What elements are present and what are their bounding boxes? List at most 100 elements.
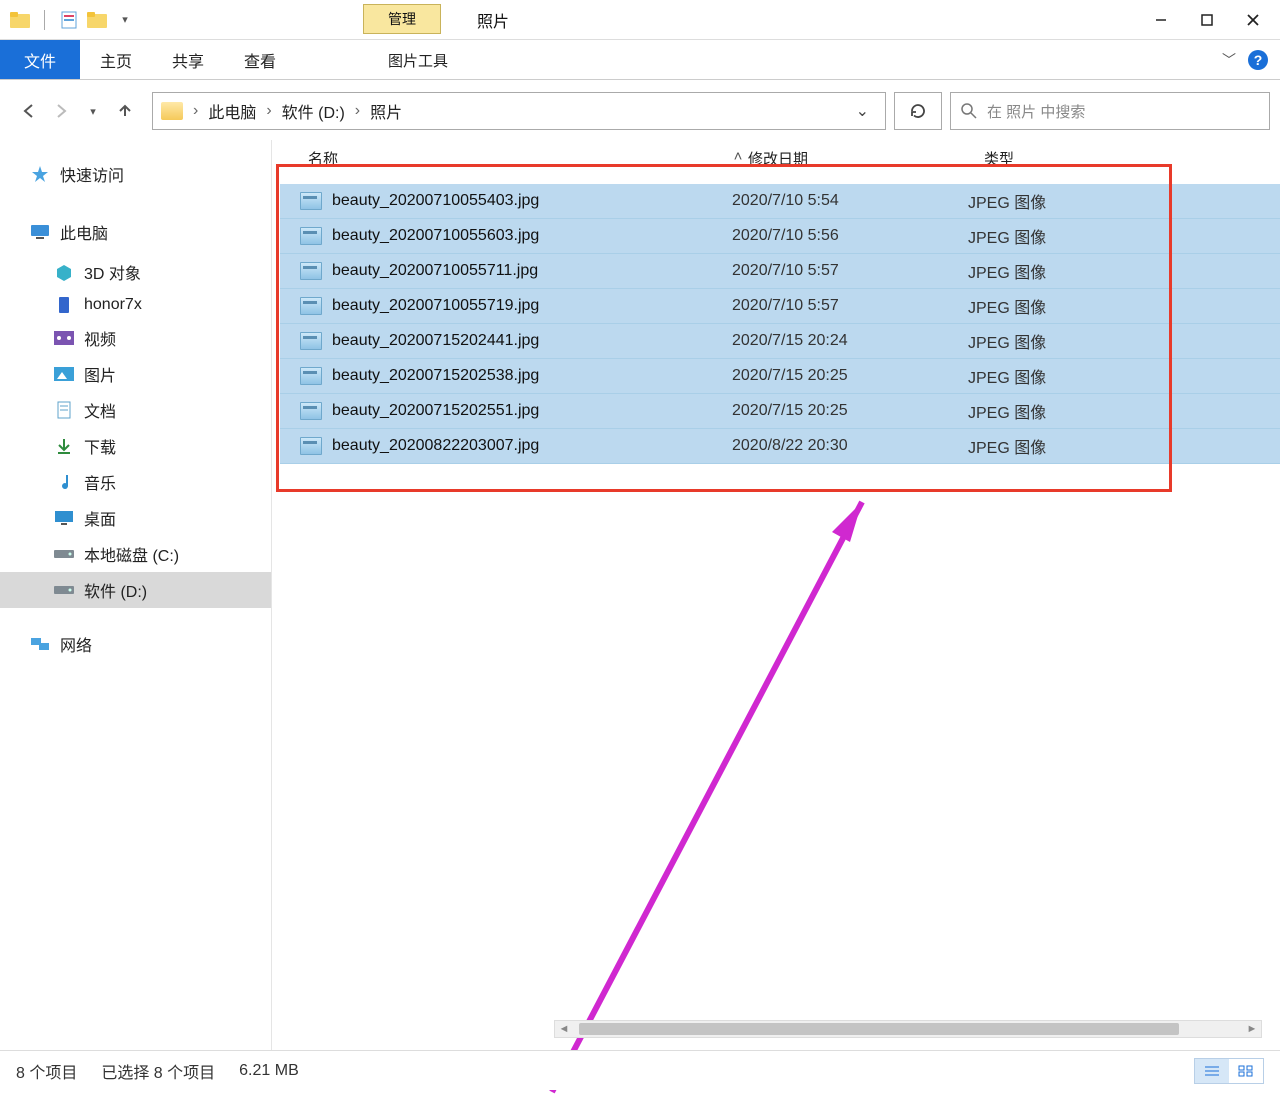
sidebar-item[interactable]: 本地磁盘 (C:) [0, 536, 271, 572]
file-row[interactable]: beauty_20200822203007.jpg2020/8/22 20:30… [280, 429, 1280, 464]
image-file-icon [300, 297, 322, 315]
content-pane: 名称 ˄ 修改日期 类型 beauty_20200710055403.jpg20… [272, 140, 1280, 1080]
sidebar-item-label: 快速访问 [60, 162, 124, 186]
file-row[interactable]: beauty_20200710055719.jpg2020/7/10 5:57J… [280, 289, 1280, 324]
chevron-right-icon[interactable]: › [193, 102, 198, 120]
qat-dropdown-icon[interactable]: ▾ [115, 10, 135, 30]
file-row[interactable]: beauty_20200715202551.jpg2020/7/15 20:25… [280, 394, 1280, 429]
desktop-icon [54, 509, 74, 527]
sidebar-item[interactable]: 3D 对象 [0, 254, 271, 290]
sidebar-item[interactable]: 视频 [0, 320, 271, 356]
file-date: 2020/7/15 20:24 [732, 332, 968, 350]
sidebar-network[interactable]: 网络 [0, 626, 271, 662]
music-icon [54, 473, 74, 491]
annotation-arrow [492, 492, 912, 1112]
file-name: beauty_20200710055403.jpg [332, 192, 732, 210]
sort-indicator-icon: ˄ [728, 148, 748, 169]
manage-context-tab[interactable]: 管理 [363, 4, 441, 34]
recent-dropdown-icon[interactable]: ▾ [82, 100, 104, 122]
minimize-button[interactable] [1138, 4, 1184, 36]
file-type: JPEG 图像 [968, 399, 1188, 423]
file-date: 2020/7/15 20:25 [732, 402, 968, 420]
quick-access-toolbar: ▾ [4, 10, 135, 30]
refresh-button[interactable] [894, 92, 942, 130]
horizontal-scrollbar[interactable]: ◄ ► [554, 1020, 1262, 1038]
sidebar-item[interactable]: honor7x [0, 290, 271, 320]
tab-image-tools[interactable]: 图片工具 [370, 40, 466, 80]
crumb-drive[interactable]: 软件 (D:) [282, 99, 345, 123]
file-tab[interactable]: 文件 [0, 40, 80, 79]
tab-share[interactable]: 共享 [152, 40, 224, 79]
ribbon-collapse-icon[interactable]: ﹀ [1222, 50, 1236, 70]
qat-divider [44, 10, 45, 30]
disk-icon [54, 581, 74, 599]
sidebar-item[interactable]: 音乐 [0, 464, 271, 500]
sidebar-item[interactable]: 图片 [0, 356, 271, 392]
search-placeholder: 在 照片 中搜索 [987, 101, 1085, 122]
sidebar-item[interactable]: 文档 [0, 392, 271, 428]
sidebar-item-label: 图片 [84, 362, 116, 386]
column-name[interactable]: 名称 [308, 148, 738, 169]
back-button[interactable] [18, 100, 40, 122]
sidebar-item[interactable]: 软件 (D:) [0, 572, 271, 608]
star-icon [30, 165, 50, 183]
crumb-folder[interactable]: 照片 [370, 99, 402, 123]
file-name: beauty_20200710055603.jpg [332, 227, 732, 245]
column-date[interactable]: 修改日期 [748, 148, 984, 169]
breadcrumb[interactable]: › 此电脑 › 软件 (D:) › 照片 ⌄ [152, 92, 886, 130]
file-name: beauty_20200715202551.jpg [332, 402, 732, 420]
image-file-icon [300, 192, 322, 210]
icons-view-button[interactable] [1229, 1059, 1263, 1083]
scroll-right-icon[interactable]: ► [1243, 1023, 1261, 1035]
sidebar-item-label: 桌面 [84, 506, 116, 530]
image-file-icon [300, 437, 322, 455]
maximize-button[interactable] [1184, 4, 1230, 36]
tab-home[interactable]: 主页 [80, 40, 152, 79]
image-file-icon [300, 227, 322, 245]
details-view-button[interactable] [1195, 1059, 1229, 1083]
breadcrumb-folder-icon [161, 102, 183, 120]
image-file-icon [300, 262, 322, 280]
file-type: JPEG 图像 [968, 329, 1188, 353]
file-row[interactable]: beauty_20200715202441.jpg2020/7/15 20:24… [280, 324, 1280, 359]
forward-button[interactable] [50, 100, 72, 122]
file-type: JPEG 图像 [968, 189, 1188, 213]
close-button[interactable] [1230, 4, 1276, 36]
sidebar-quick-access[interactable]: 快速访问 [0, 156, 271, 192]
search-input[interactable]: 在 照片 中搜索 [950, 92, 1270, 130]
file-row[interactable]: beauty_20200715202538.jpg2020/7/15 20:25… [280, 359, 1280, 394]
sidebar: 快速访问 此电脑 3D 对象honor7x视频图片文档下载音乐桌面本地磁盘 (C… [0, 140, 272, 1080]
tab-view[interactable]: 查看 [224, 40, 296, 79]
new-folder-icon[interactable] [87, 10, 107, 30]
file-type: JPEG 图像 [968, 294, 1188, 318]
column-type[interactable]: 类型 [984, 148, 1204, 169]
sidebar-item[interactable]: 桌面 [0, 500, 271, 536]
crumb-pc[interactable]: 此电脑 [208, 99, 256, 123]
file-name: beauty_20200715202538.jpg [332, 367, 732, 385]
up-button[interactable] [114, 100, 136, 122]
help-icon[interactable]: ? [1248, 50, 1268, 70]
breadcrumb-dropdown-icon[interactable]: ⌄ [856, 101, 877, 121]
status-size: 6.21 MB [239, 1062, 299, 1080]
cube-icon [54, 263, 74, 281]
file-type: JPEG 图像 [968, 224, 1188, 248]
sidebar-item-label: 下载 [84, 434, 116, 458]
properties-icon[interactable] [59, 10, 79, 30]
column-headers: 名称 ˄ 修改日期 类型 [280, 140, 1280, 176]
chevron-right-icon[interactable]: › [266, 102, 271, 120]
file-row[interactable]: beauty_20200710055603.jpg2020/7/10 5:56J… [280, 219, 1280, 254]
sidebar-item-label: 音乐 [84, 470, 116, 494]
sidebar-this-pc[interactable]: 此电脑 [0, 214, 271, 250]
scroll-thumb[interactable] [579, 1023, 1179, 1035]
scroll-left-icon[interactable]: ◄ [555, 1023, 573, 1035]
sidebar-item-label: 软件 (D:) [84, 578, 147, 602]
file-date: 2020/8/22 20:30 [732, 437, 968, 455]
image-file-icon [300, 367, 322, 385]
sidebar-item[interactable]: 下载 [0, 428, 271, 464]
file-date: 2020/7/10 5:54 [732, 192, 968, 210]
status-selected-count: 已选择 8 个项目 [101, 1059, 215, 1083]
file-row[interactable]: beauty_20200710055403.jpg2020/7/10 5:54J… [280, 184, 1280, 219]
file-row[interactable]: beauty_20200710055711.jpg2020/7/10 5:57J… [280, 254, 1280, 289]
window-controls [1138, 4, 1276, 36]
chevron-right-icon[interactable]: › [355, 102, 360, 120]
